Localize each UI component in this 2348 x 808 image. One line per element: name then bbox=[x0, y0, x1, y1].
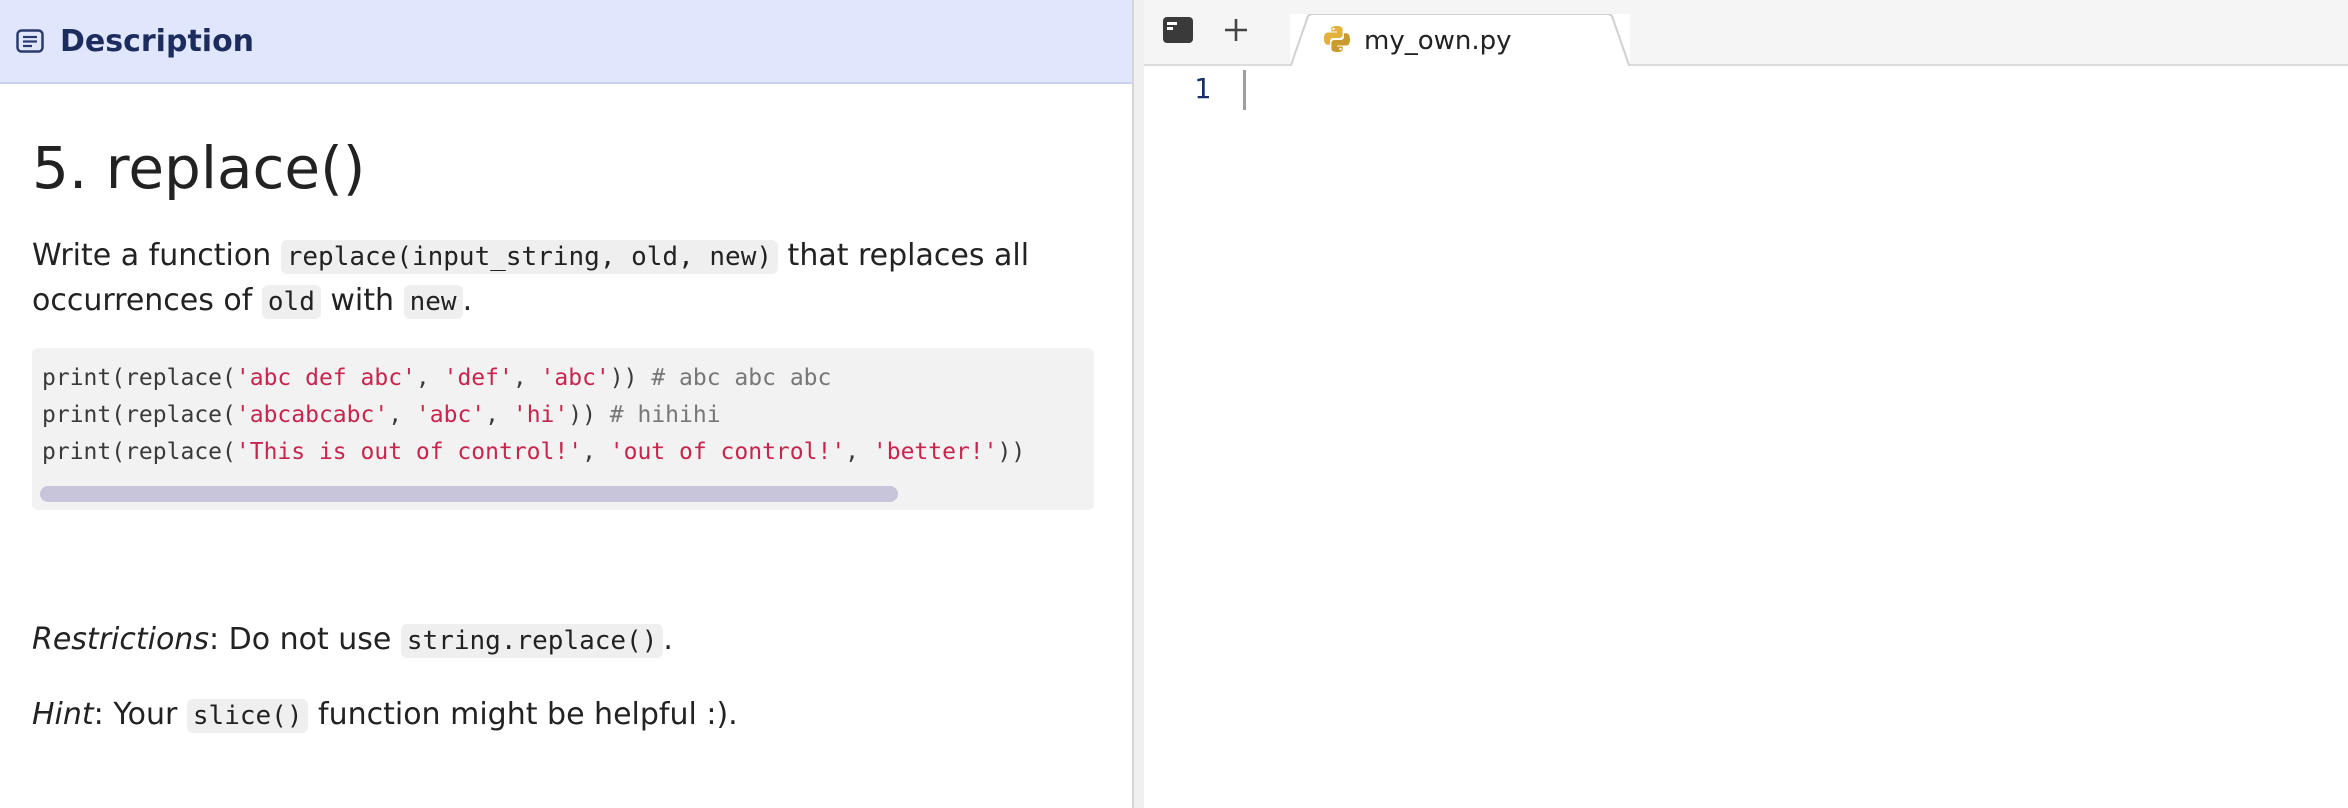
editor-panel: my_own.py 1 bbox=[1134, 0, 2348, 808]
code-text: )) bbox=[568, 401, 610, 428]
hint-end: function might be helpful :). bbox=[308, 696, 738, 732]
code-string: 'hi' bbox=[512, 401, 569, 428]
code-text: print(replace( bbox=[42, 364, 236, 391]
code-comment: # abc abc abc bbox=[651, 364, 832, 391]
code-line-3: print(replace('This is out of control!',… bbox=[42, 434, 1084, 471]
restrictions-end: . bbox=[663, 621, 673, 657]
code-text: , bbox=[485, 401, 513, 428]
code-editor[interactable]: 1 bbox=[1144, 66, 2348, 808]
code-text: , bbox=[845, 438, 873, 465]
intro-text-4: . bbox=[462, 282, 473, 318]
code-text: , bbox=[582, 438, 610, 465]
terminal-icon bbox=[1163, 17, 1193, 47]
code-string: 'This is out of control!' bbox=[235, 438, 583, 465]
code-string: 'better!' bbox=[872, 438, 998, 465]
code-example-block[interactable]: print(replace('abc def abc', 'def', 'abc… bbox=[32, 347, 1094, 510]
hint-code: slice() bbox=[186, 698, 309, 733]
code-text: , bbox=[388, 401, 416, 428]
intro-text-3: with bbox=[320, 282, 404, 318]
plus-icon bbox=[1222, 16, 1250, 48]
code-line-1: print(replace('abc def abc', 'def', 'abc… bbox=[42, 360, 1084, 397]
page-title: 5. replace() bbox=[32, 134, 366, 202]
description-content: 5. replace() Write a function replace(in… bbox=[0, 134, 1132, 738]
code-text: print(replace( bbox=[42, 438, 236, 465]
code-string: 'out of control!' bbox=[609, 438, 846, 465]
description-panel: Description 5. replace() Write a functio… bbox=[0, 0, 1134, 808]
code-string: 'abcabcabc' bbox=[235, 401, 389, 428]
code-string: 'abc' bbox=[415, 401, 486, 428]
editor-tabbar: my_own.py bbox=[1144, 0, 2348, 68]
code-string: 'abc' bbox=[540, 364, 610, 391]
line-number: 1 bbox=[1194, 72, 1211, 105]
intro-code-signature: replace(input_string, old, new) bbox=[280, 239, 779, 274]
code-text: )) bbox=[997, 438, 1026, 465]
intro-code-old: old bbox=[261, 284, 321, 319]
description-title: Description bbox=[60, 23, 255, 59]
description-header[interactable]: Description bbox=[0, 0, 1132, 84]
hint-text: : Your bbox=[93, 696, 187, 732]
tab-my-own-py[interactable]: my_own.py bbox=[1290, 14, 1631, 68]
intro-text-1: Write a function bbox=[32, 237, 281, 273]
restrictions-text: : Do not use bbox=[208, 621, 401, 657]
code-comment: # hihihi bbox=[609, 401, 721, 428]
description-icon bbox=[16, 29, 44, 53]
intro-paragraph: Write a function replace(input_string, o… bbox=[32, 234, 1100, 324]
hint-label: Hint bbox=[32, 696, 94, 732]
terminal-button[interactable] bbox=[1160, 14, 1196, 50]
code-text: print(replace( bbox=[42, 401, 236, 428]
restrictions-label: Restrictions bbox=[32, 621, 209, 657]
text-cursor bbox=[1243, 70, 1246, 110]
code-string: 'abc def abc' bbox=[235, 364, 416, 391]
hint-paragraph: Hint: Your slice() function might be hel… bbox=[32, 693, 1100, 738]
app-root: Description 5. replace() Write a functio… bbox=[0, 0, 2348, 808]
code-text: , bbox=[512, 364, 541, 391]
add-tab-button[interactable] bbox=[1218, 14, 1254, 50]
restrictions-paragraph: Restrictions: Do not use string.replace(… bbox=[32, 618, 1100, 663]
code-text: , bbox=[415, 364, 444, 391]
code-string: 'def' bbox=[443, 364, 513, 391]
code-line-2: print(replace('abcabcabc', 'abc', 'hi'))… bbox=[42, 397, 1084, 434]
code-horizontal-scrollbar[interactable] bbox=[40, 485, 898, 502]
intro-code-new: new bbox=[403, 284, 463, 319]
code-text: )) bbox=[609, 364, 652, 391]
python-icon bbox=[1322, 24, 1352, 54]
restrictions-code: string.replace() bbox=[400, 623, 664, 658]
tab-label: my_own.py bbox=[1364, 26, 1512, 56]
